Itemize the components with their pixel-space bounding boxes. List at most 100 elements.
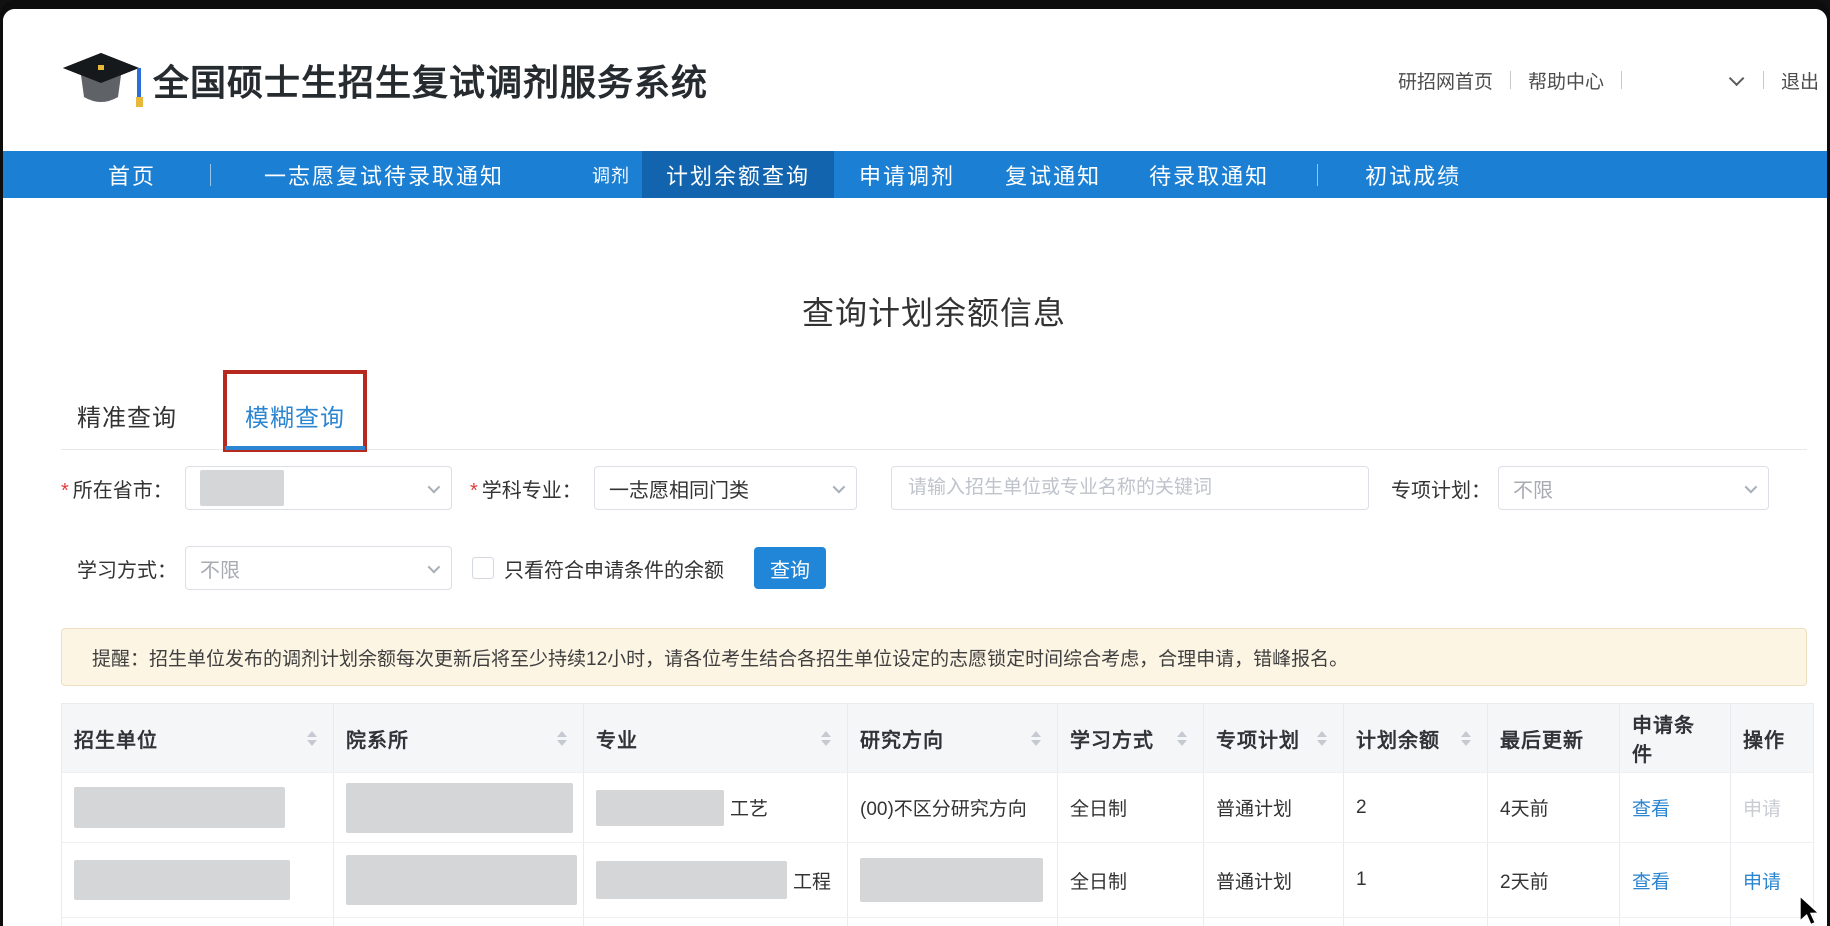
special-plan-label: 专项计划： [1391,474,1486,503]
view-conditions-link[interactable]: 查看 [1632,794,1670,821]
required-mark: * [61,480,69,502]
nav-item-admission-notice[interactable]: 待录取通知 [1149,159,1269,191]
link-help-center[interactable]: 帮助中心 [1528,67,1604,94]
tab-fuzzy-query-active[interactable]: 模糊查询 [225,398,365,449]
cell-unit [62,773,334,842]
only-eligible-checkbox-label: 只看符合申请条件的余额 [504,554,724,583]
chevron-down-icon [833,480,846,493]
study-mode-select[interactable]: 不限 [185,546,452,590]
cell-direction: (00)不区分研究方向 [848,773,1058,842]
col-header-condition: 申请条件 [1620,704,1731,772]
nav-item-plan-balance-query-active[interactable]: 计划余额查询 [642,151,834,198]
keyword-input[interactable] [891,466,1369,510]
col-header-study-mode[interactable]: 学习方式 [1058,704,1204,772]
notice-banner: 提醒：招生单位发布的调剂计划余额每次更新后将至少持续12小时，请各位考生结合各招… [61,628,1807,686]
province-label: *所在省市： [61,474,185,503]
subject-label: *学科专业： [470,474,594,503]
nav-item-home[interactable]: 首页 [108,159,156,191]
table-row-partial [62,917,1813,926]
major-suffix: 工艺 [730,794,768,821]
chevron-down-icon [1745,480,1758,493]
site-title: 全国硕士生招生复试调剂服务系统 [153,54,708,106]
only-eligible-checkbox[interactable] [472,557,494,579]
filter-row-2: 学习方式： 不限 只看符合申请条件的余额 查询 [61,546,1807,590]
col-header-direction[interactable]: 研究方向 [848,704,1058,772]
cell-dept [334,843,584,917]
divider [1510,71,1511,89]
cell-dept [334,773,584,842]
redacted-text-block [346,855,577,905]
redacted-text-block [596,790,724,826]
redacted-text-block [346,783,573,833]
apply-link-disabled: 申请 [1743,794,1781,821]
sort-icon[interactable] [557,731,567,746]
redacted-text-block [860,858,1043,902]
redacted-text-block [596,861,787,899]
chevron-down-icon [428,560,441,573]
required-mark: * [470,480,478,502]
major-suffix: 工程 [793,867,831,894]
chevron-down-icon [428,480,441,493]
sort-icon[interactable] [821,731,831,746]
subject-select[interactable]: 一志愿相同门类 [594,466,857,510]
cell-major: 工艺 [584,773,848,842]
col-header-unit[interactable]: 招生单位 [62,704,334,772]
province-select[interactable] [185,466,452,510]
nav-item-retest-notice[interactable]: 复试通知 [1005,159,1101,191]
cell-last-update: 2天前 [1488,843,1620,917]
sort-icon[interactable] [1317,731,1327,746]
sort-icon[interactable] [1031,731,1041,746]
chevron-down-icon[interactable] [1729,70,1745,86]
divider [1621,71,1622,89]
browser-window-frame: 全国硕士生招生复试调剂服务系统 研招网首页 帮助中心 退出 首页 一志愿复试待录… [0,0,1830,926]
cell-study-mode: 全日制 [1058,773,1204,842]
top-links: 研招网首页 帮助中心 退出 [1398,67,1819,94]
tab-label: 模糊查询 [245,405,345,432]
cell-quota: 1 [1344,843,1488,917]
sort-icon[interactable] [1461,731,1471,746]
cell-major: 工程 [584,843,848,917]
user-name-placeholder [1639,70,1725,90]
tab-precise-query[interactable]: 精准查询 [77,398,177,449]
col-header-last-update: 最后更新 [1488,704,1620,772]
redacted-text-block [200,470,284,506]
nav-item-apply-adjust[interactable]: 申请调剂 [859,159,955,191]
graduation-cap-logo-icon [59,47,143,113]
divider [1763,71,1764,89]
special-plan-select-value: 不限 [1513,474,1553,503]
nav-item-first-choice-notice[interactable]: 一志愿复试待录取通知 [264,159,504,191]
link-yanzhao-home[interactable]: 研招网首页 [1398,67,1493,94]
cell-action: 申请 [1731,773,1813,842]
cell-quota: 2 [1344,773,1488,842]
sort-icon[interactable] [307,731,317,746]
plan-balance-table: 招生单位 院系所 专业 研究方向 学习方式 专项计划 计划余额 最后更新 申请条… [61,703,1814,926]
nav-item-label: 计划余额查询 [666,159,810,191]
col-header-major[interactable]: 专业 [584,704,848,772]
cell-last-update: 4天前 [1488,773,1620,842]
cell-condition: 查看 [1620,773,1731,842]
table-row: 工艺 (00)不区分研究方向 全日制 普通计划 2 4天前 查看 申请 [62,772,1813,842]
nav-item-initial-score[interactable]: 初试成绩 [1365,159,1461,191]
col-header-quota[interactable]: 计划余额 [1344,704,1488,772]
cell-condition: 查看 [1620,843,1731,917]
link-logout[interactable]: 退出 [1781,67,1819,94]
sort-icon[interactable] [1177,731,1187,746]
redacted-text-block [74,787,285,828]
table-header-row: 招生单位 院系所 专业 研究方向 学习方式 专项计划 计划余额 最后更新 申请条… [62,704,1813,772]
cell-special-plan: 普通计划 [1204,843,1344,917]
main-content: 查询计划余额信息 精准查询 模糊查询 *所在省市： *学科专业： 一志愿相同门类 [3,292,1827,926]
search-button[interactable]: 查询 [754,547,826,589]
col-header-dept[interactable]: 院系所 [334,704,584,772]
page-title: 查询计划余额信息 [61,292,1807,334]
col-header-special-plan[interactable]: 专项计划 [1204,704,1344,772]
view-conditions-link[interactable]: 查看 [1632,867,1670,894]
cell-direction [848,843,1058,917]
special-plan-select[interactable]: 不限 [1498,466,1769,510]
page: 全国硕士生招生复试调剂服务系统 研招网首页 帮助中心 退出 首页 一志愿复试待录… [3,9,1827,926]
study-mode-select-value: 不限 [200,554,240,583]
nav-divider [1317,164,1318,186]
redacted-text-block [74,860,290,900]
query-tabs: 精准查询 模糊查询 [61,398,1807,450]
cell-special-plan: 普通计划 [1204,773,1344,842]
apply-link[interactable]: 申请 [1743,867,1781,894]
